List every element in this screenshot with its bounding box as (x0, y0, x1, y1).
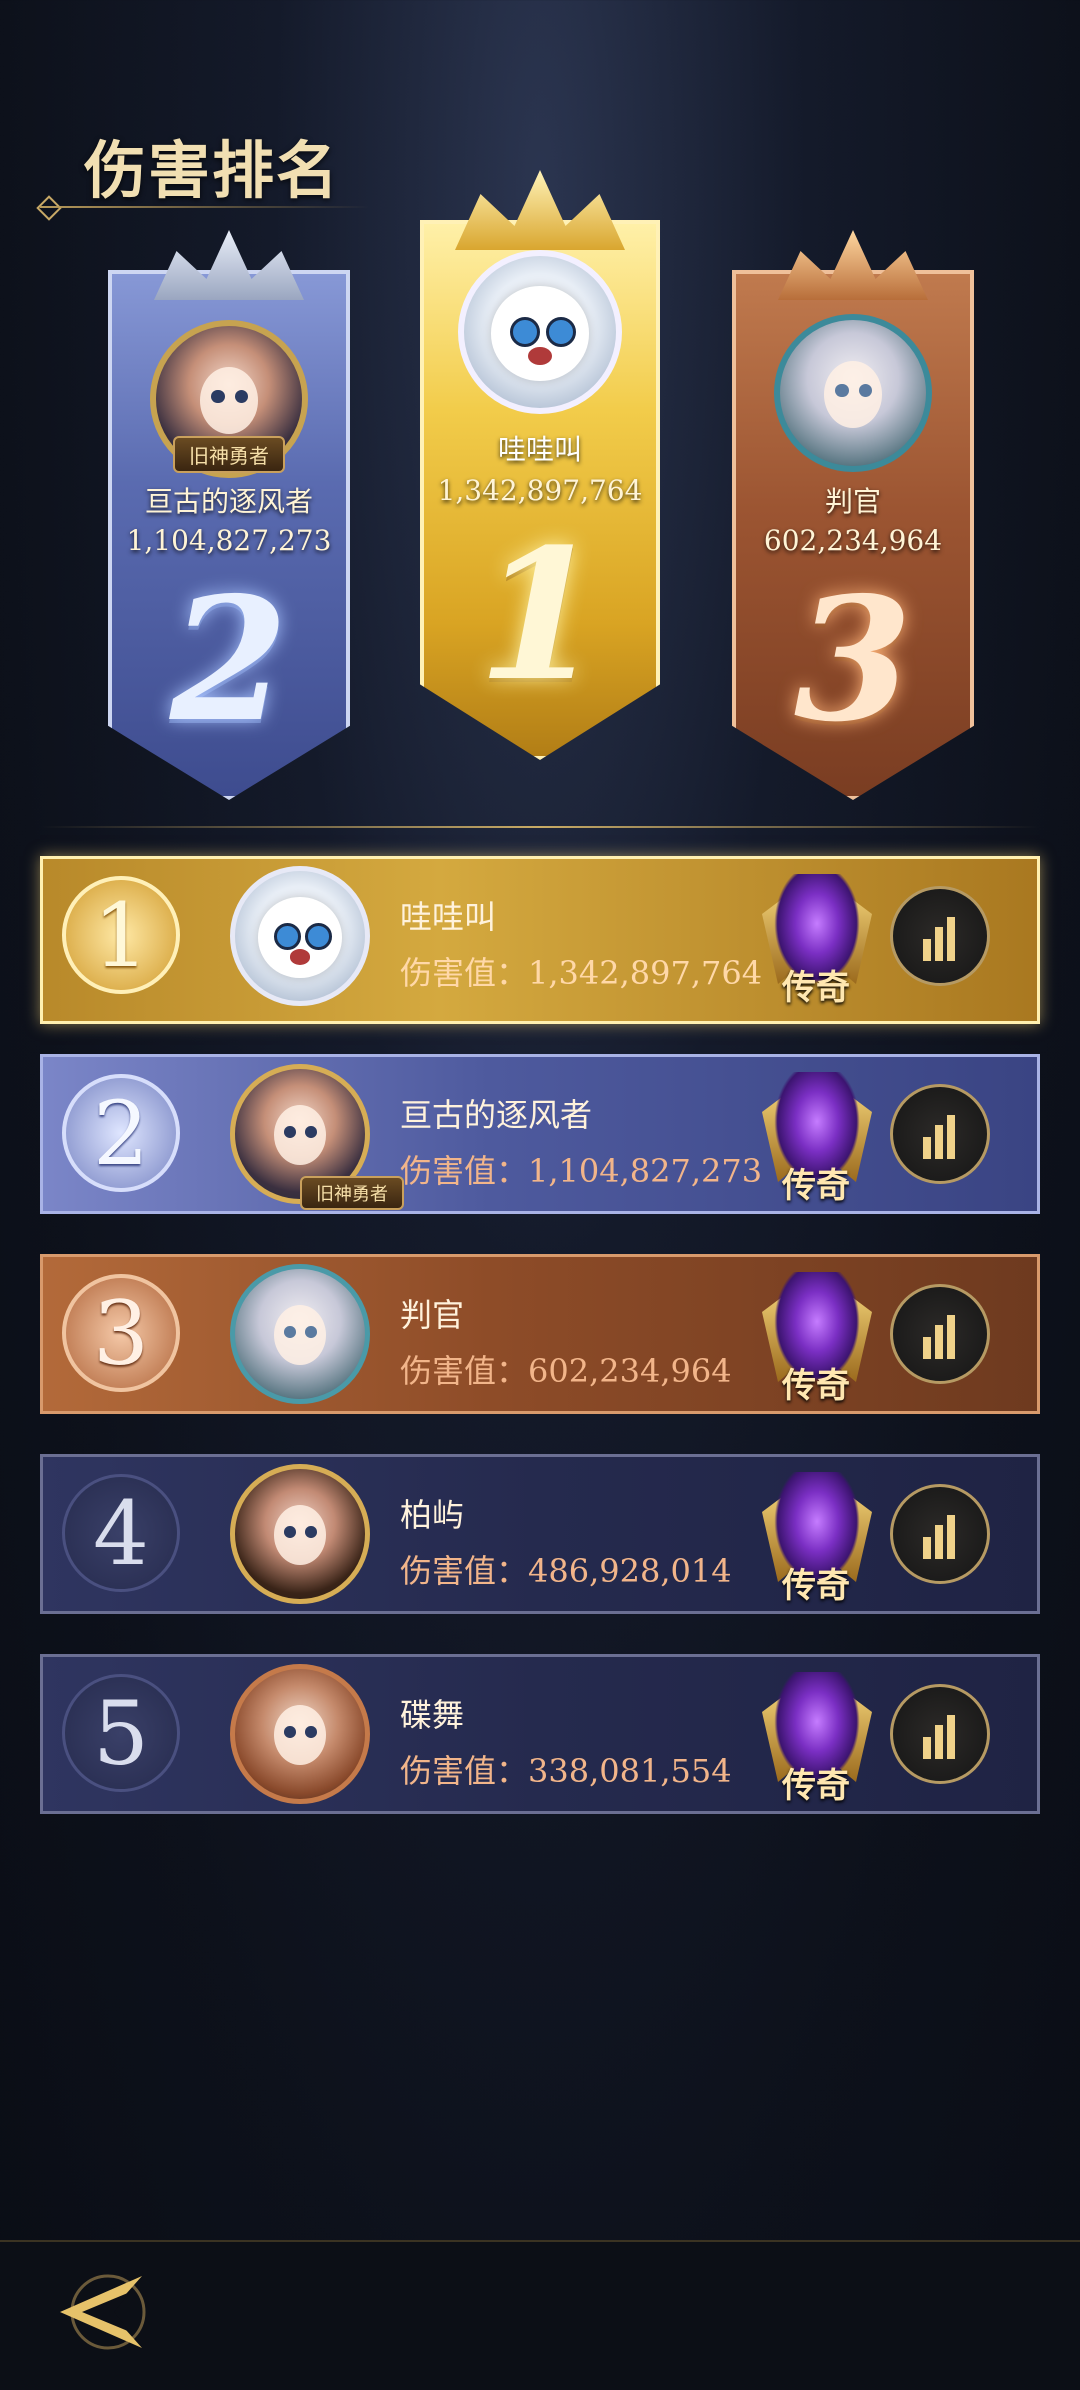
stats-button[interactable] (890, 1484, 990, 1584)
damage-value: 伤害值：338,081,554 (400, 1752, 732, 1790)
title-underline (40, 206, 370, 208)
ranking-row-3[interactable]: 3 判官 伤害值：602,234,964 传奇 (40, 1254, 1040, 1414)
ranking-row-5[interactable]: 5 碟舞 伤害值：338,081,554 传奇 (40, 1654, 1040, 1814)
player-name: 哇哇叫 (400, 898, 497, 936)
title-badge: 旧神勇者 (300, 1176, 404, 1210)
avatar (230, 1464, 370, 1604)
podium-rank-1[interactable]: 哇哇叫 1,342,897,764 1 (420, 170, 660, 760)
crown-icon (778, 230, 928, 300)
avatar (230, 866, 370, 1006)
crown-icon (455, 170, 625, 250)
player-name: 判官 (824, 485, 881, 518)
stats-button[interactable] (890, 1084, 990, 1184)
podium-rank-2[interactable]: 旧神勇者 亘古的逐风者 1,104,827,273 2 (108, 230, 350, 800)
rank-number: 2 (169, 560, 289, 760)
title-ornament (36, 195, 62, 221)
player-name: 亘古的逐风者 (144, 485, 313, 518)
bar-chart-icon (923, 917, 963, 961)
tier-label: 传奇 (782, 1566, 850, 1606)
ranking-row-1[interactable]: 1 哇哇叫 伤害值：1,342,897,764 传奇 (40, 856, 1040, 1024)
damage-value: 伤害值：602,234,964 (400, 1352, 732, 1390)
back-arrow-icon (60, 2274, 146, 2350)
bar-chart-icon (923, 1515, 963, 1559)
avatar (230, 1264, 370, 1404)
bar-chart-icon (923, 1715, 963, 1759)
damage-value: 伤害值：486,928,014 (400, 1552, 732, 1590)
tier-label: 传奇 (782, 1766, 850, 1806)
player-score: 1,342,897,764 (437, 474, 643, 507)
bar-chart-icon (923, 1315, 963, 1359)
damage-value: 伤害值：1,342,897,764 (400, 954, 763, 992)
avatar (230, 1664, 370, 1804)
avatar (458, 250, 622, 414)
rank-badge: 2 (62, 1074, 180, 1192)
tier-label: 传奇 (782, 1166, 850, 1206)
stats-button[interactable] (890, 1684, 990, 1784)
player-name: 碟舞 (400, 1696, 465, 1734)
section-divider (40, 826, 1040, 828)
rank-badge: 1 (62, 876, 180, 994)
title-badge: 旧神勇者 (173, 436, 285, 473)
player-name: 判官 (400, 1296, 465, 1334)
page-header: 伤害排名 (36, 120, 380, 230)
rank-number: 3 (793, 560, 913, 760)
player-score: 1,104,827,273 (126, 524, 332, 557)
stats-button[interactable] (890, 886, 990, 986)
stats-button[interactable] (890, 1284, 990, 1384)
player-name: 哇哇叫 (497, 433, 582, 466)
player-name: 亘古的逐风者 (400, 1096, 593, 1134)
ranking-row-2[interactable]: 2 旧神勇者 亘古的逐风者 伤害值：1,104,827,273 传奇 (40, 1054, 1040, 1214)
crown-icon (154, 230, 304, 300)
player-score: 602,234,964 (763, 524, 943, 557)
bar-chart-icon (923, 1115, 963, 1159)
player-name: 柏屿 (400, 1496, 465, 1534)
avatar (774, 314, 932, 472)
page-title: 伤害排名 (84, 134, 341, 207)
bottom-bar (0, 2240, 1080, 2390)
rank-badge: 3 (62, 1274, 180, 1392)
tier-label: 传奇 (782, 968, 850, 1008)
tier-label: 传奇 (782, 1366, 850, 1406)
rank-number: 1 (477, 510, 603, 721)
damage-value: 伤害值：1,104,827,273 (400, 1152, 763, 1190)
ranking-row-4[interactable]: 4 柏屿 伤害值：486,928,014 传奇 (40, 1454, 1040, 1614)
rank-badge: 5 (62, 1674, 180, 1792)
podium-rank-3[interactable]: 判官 602,234,964 3 (732, 230, 974, 800)
back-button[interactable] (50, 2262, 160, 2362)
rank-badge: 4 (62, 1474, 180, 1592)
